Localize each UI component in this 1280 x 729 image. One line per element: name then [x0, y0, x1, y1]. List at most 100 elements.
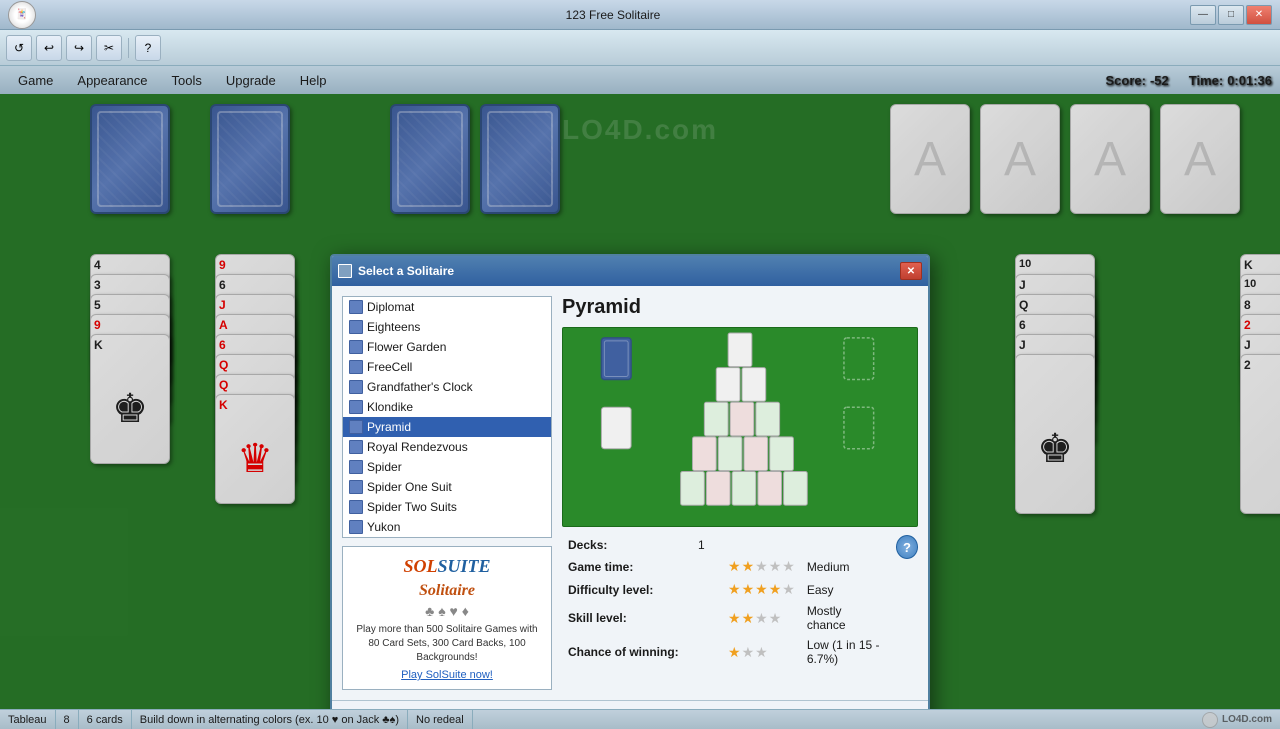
status-count: 8	[56, 710, 79, 729]
game-list-item-royal-rendezvous[interactable]: Royal Rendezvous	[343, 437, 551, 457]
promo-link[interactable]: Play SolSuite now!	[351, 669, 543, 681]
title-bar-controls: — □ ✕	[1190, 5, 1272, 25]
stat-skill-label: Skill level:	[562, 601, 692, 635]
stat-gametime-num	[692, 555, 722, 578]
game-list-item-icon	[349, 300, 363, 314]
score-value: -52	[1150, 73, 1169, 88]
game-list-item-label: Yukon	[367, 520, 400, 534]
stat-gametime-text: Medium	[801, 555, 888, 578]
game-list-item-label: FreeCell	[367, 360, 412, 374]
toolbar-btn-forward[interactable]: ↪	[66, 35, 92, 61]
game-list-item-label: Spider Two Suits	[367, 500, 457, 514]
game-list-item-icon	[349, 400, 363, 414]
stat-difficulty-num	[692, 578, 722, 601]
game-list-item-freecell[interactable]: FreeCell	[343, 357, 551, 377]
game-list-item-icon	[349, 440, 363, 454]
game-list-item-label: Spider One Suit	[367, 480, 452, 494]
stat-skill: Skill level: ★★★★ Mostly chance	[562, 601, 888, 635]
game-list-item-label: Pyramid	[367, 420, 411, 434]
status-redeal: No redeal	[408, 710, 473, 729]
minimize-button[interactable]: —	[1190, 5, 1216, 25]
score-label: Score:	[1105, 73, 1145, 88]
game-list-item-yukon[interactable]: Yukon	[343, 517, 551, 537]
stat-decks-text	[801, 535, 888, 555]
game-list-item-diplomat[interactable]: Diplomat	[343, 297, 551, 317]
toolbar-btn-cut[interactable]: ✂	[96, 35, 122, 61]
dialog-close-button[interactable]: ✕	[900, 262, 922, 280]
stat-difficulty-text: Easy	[801, 578, 888, 601]
promo-text: Play more than 500 Solitaire Games with …	[351, 623, 543, 665]
stat-difficulty: Difficulty level: ★★★★★ Easy	[562, 578, 888, 601]
promo-suits: ♣ ♠ ♥ ♦	[351, 603, 543, 619]
stat-chance-text: Low (1 in 15 - 6.7%)	[801, 635, 888, 669]
toolbar-separator	[128, 38, 129, 58]
status-redeal-text: No redeal	[416, 714, 464, 726]
game-list-item-grandfather's-clock[interactable]: Grandfather's Clock	[343, 377, 551, 397]
toolbar-btn-undo[interactable]: ↺	[6, 35, 32, 61]
stat-chance-num	[692, 635, 722, 669]
stat-chance: Chance of winning: ★★★ Low (1 in 15 - 6.…	[562, 635, 888, 669]
dialog-title-bar: Select a Solitaire ✕	[332, 256, 928, 286]
game-list-item-klondike[interactable]: Klondike	[343, 397, 551, 417]
stat-gametime-label: Game time:	[562, 555, 692, 578]
status-count-value: 8	[64, 714, 70, 726]
lo4d-text: LO4D.com	[1222, 714, 1272, 725]
status-tableau-label: Tableau	[8, 714, 47, 726]
dialog-icon	[338, 264, 352, 278]
game-detail-title: Pyramid	[562, 296, 918, 319]
toolbar-btn-help[interactable]: ?	[135, 35, 161, 61]
stats-table: Decks: 1 Game time: ★★★★★	[562, 535, 888, 669]
skill-stars-display: ★★★★	[728, 610, 781, 627]
game-list-item-label: Flower Garden	[367, 340, 446, 354]
game-list-item-label: Klondike	[367, 400, 413, 414]
promo-box: SOLSUITE Solitaire ♣ ♠ ♥ ♦ Play more tha…	[342, 546, 552, 690]
game-list-item-spider-two-suits[interactable]: Spider Two Suits	[343, 497, 551, 517]
dialog-title-left: Select a Solitaire	[338, 264, 454, 278]
menu-upgrade[interactable]: Upgrade	[216, 70, 286, 91]
stat-difficulty-label: Difficulty level:	[562, 578, 692, 601]
close-button[interactable]: ✕	[1246, 5, 1272, 25]
select-solitaire-dialog: Select a Solitaire ✕ Diplomat Eighteens Fl…	[330, 254, 930, 709]
menu-appearance[interactable]: Appearance	[67, 70, 157, 91]
game-list-item-label: Eighteens	[367, 320, 420, 334]
toolbar: ↺ ↩ ↪ ✂ ?	[0, 30, 1280, 66]
status-rule-text: Build down in alternating colors (ex. 10…	[140, 714, 399, 726]
stat-difficulty-stars: ★★★★★	[722, 578, 801, 601]
title-bar-left: 🃏	[8, 1, 36, 29]
stat-decks-value: 1	[692, 535, 722, 555]
stat-gametime: Game time: ★★★★★ Medium	[562, 555, 888, 578]
app-icon: 🃏	[8, 1, 36, 29]
game-list-item-label: Diplomat	[367, 300, 414, 314]
toolbar-btn-back[interactable]: ↩	[36, 35, 62, 61]
menu-tools[interactable]: Tools	[162, 70, 212, 91]
window-title: 123 Free Solitaire	[36, 8, 1190, 22]
stat-chance-label: Chance of winning:	[562, 635, 692, 669]
time-value: 0:01:36	[1227, 73, 1272, 88]
menu-bar: Game Appearance Tools Upgrade Help Score…	[0, 66, 1280, 94]
menu-game[interactable]: Game	[8, 70, 63, 91]
game-list-item-spider[interactable]: Spider	[343, 457, 551, 477]
dialog-title-text: Select a Solitaire	[358, 264, 454, 278]
game-list-panel: Diplomat Eighteens Flower Garden FreeCell Gr…	[342, 296, 552, 690]
game-list-item-label: Royal Rendezvous	[367, 440, 468, 454]
stat-decks-stars	[722, 540, 734, 546]
stat-gametime-stars: ★★★★★	[722, 555, 801, 578]
maximize-button[interactable]: □	[1218, 5, 1244, 25]
game-list: Diplomat Eighteens Flower Garden FreeCell Gr…	[342, 296, 552, 538]
title-bar: 🃏 123 Free Solitaire — □ ✕	[0, 0, 1280, 30]
stats-area: Decks: 1 Game time: ★★★★★	[562, 535, 918, 669]
help-button[interactable]: ?	[896, 535, 918, 559]
stat-skill-stars: ★★★★	[722, 601, 801, 635]
game-list-item-eighteens[interactable]: Eighteens	[343, 317, 551, 337]
game-list-item-flower-garden[interactable]: Flower Garden	[343, 337, 551, 357]
game-detail-panel: Pyramid	[562, 296, 918, 690]
menu-help[interactable]: Help	[290, 70, 337, 91]
game-area: LO4D.com A A A A 4 ♣ 4 3 5	[0, 94, 1280, 709]
game-list-item-icon	[349, 460, 363, 474]
game-list-item-spider-one-suit[interactable]: Spider One Suit	[343, 477, 551, 497]
chance-stars-display: ★★★	[728, 644, 768, 661]
game-list-item-pyramid[interactable]: Pyramid	[343, 417, 551, 437]
game-list-item-icon	[349, 320, 363, 334]
game-list-item-icon	[349, 480, 363, 494]
time-label: Time:	[1189, 73, 1223, 88]
